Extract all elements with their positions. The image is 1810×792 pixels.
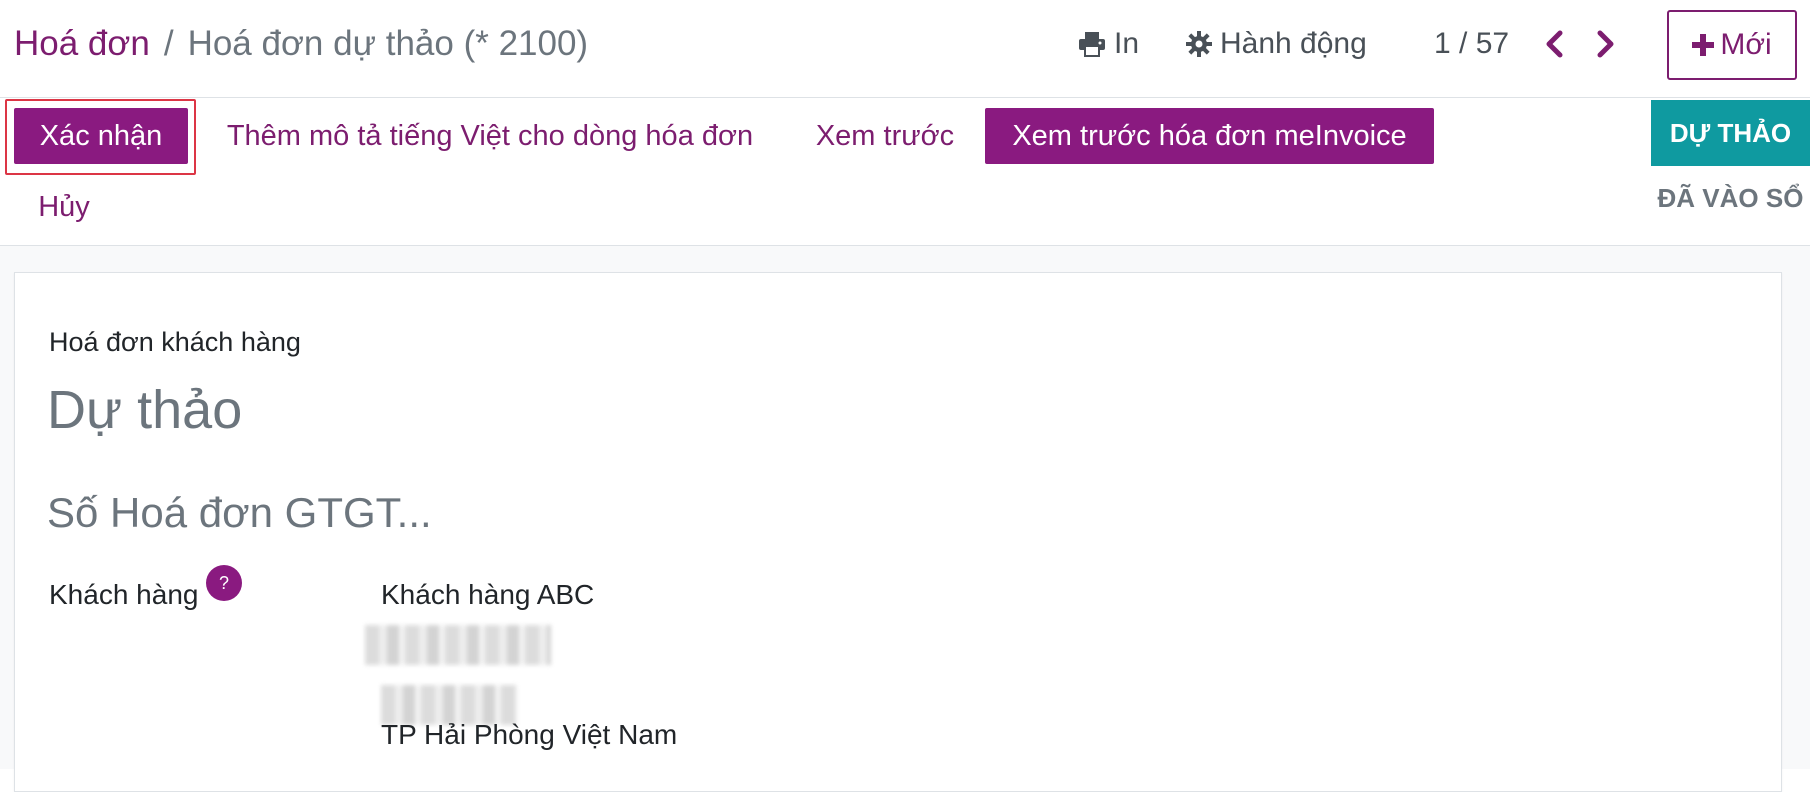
chevron-left-icon <box>1544 30 1566 58</box>
customer-label: Khách hàng <box>49 579 199 610</box>
action-menu-button[interactable]: Hành động <box>1186 22 1367 66</box>
action-label: Hành động <box>1220 27 1367 60</box>
add-vietnamese-description-button[interactable]: Thêm mô tả tiếng Việt cho dòng hóa đơn <box>205 108 775 164</box>
new-label: Mới <box>1720 28 1772 61</box>
blurred-address-line <box>365 625 551 665</box>
preview-meinvoice-button[interactable]: Xem trước hóa đơn meInvoice <box>985 108 1434 164</box>
breadcrumb-parent-link[interactable]: Hoá đơn <box>14 24 150 63</box>
pager-next-button[interactable] <box>1594 22 1624 66</box>
state-posted[interactable]: ĐÃ VÀO SỔ <box>1651 178 1810 218</box>
invoice-state-title: Dự thảo <box>47 380 243 440</box>
preview-button[interactable]: Xem trước <box>800 108 970 164</box>
customer-name-field[interactable]: Khách hàng ABC <box>381 579 594 611</box>
customer-city-country: TP Hải Phòng Việt Nam <box>381 719 678 750</box>
help-icon[interactable]: ? <box>206 565 242 601</box>
invoice-type-label: Hoá đơn khách hàng <box>49 327 301 357</box>
new-button[interactable]: Mới <box>1667 10 1797 80</box>
breadcrumb-current: Hoá đơn dự thảo (* 2100) <box>187 24 589 63</box>
cancel-button[interactable]: Hủy <box>24 179 104 235</box>
pager-value[interactable]: 1 / 57 <box>1434 22 1509 66</box>
print-button[interactable]: In <box>1078 22 1139 66</box>
breadcrumb: Hoá đơn / Hoá đơn dự thảo (* 2100) <box>14 22 588 66</box>
print-label: In <box>1114 27 1140 60</box>
breadcrumb-separator: / <box>163 24 174 63</box>
pager-previous-button[interactable] <box>1544 22 1574 66</box>
confirm-button[interactable]: Xác nhận <box>14 108 188 164</box>
form-sheet: Hoá đơn khách hàng Dự thảo Số Hoá đơn GT… <box>14 272 1782 792</box>
form-area: Hoá đơn khách hàng Dự thảo Số Hoá đơn GT… <box>0 246 1810 792</box>
printer-icon <box>1078 31 1106 57</box>
plus-icon <box>1692 34 1715 56</box>
statusbar: Xác nhận Thêm mô tả tiếng Việt cho dòng … <box>0 98 1810 246</box>
chevron-right-icon <box>1594 30 1616 58</box>
state-draft: DỰ THẢO <box>1651 100 1810 166</box>
control-panel: Hoá đơn / Hoá đơn dự thảo (* 2100) In Hà… <box>0 0 1810 98</box>
gear-icon <box>1186 31 1212 57</box>
vat-invoice-number-input[interactable]: Số Hoá đơn GTGT... <box>47 489 432 537</box>
